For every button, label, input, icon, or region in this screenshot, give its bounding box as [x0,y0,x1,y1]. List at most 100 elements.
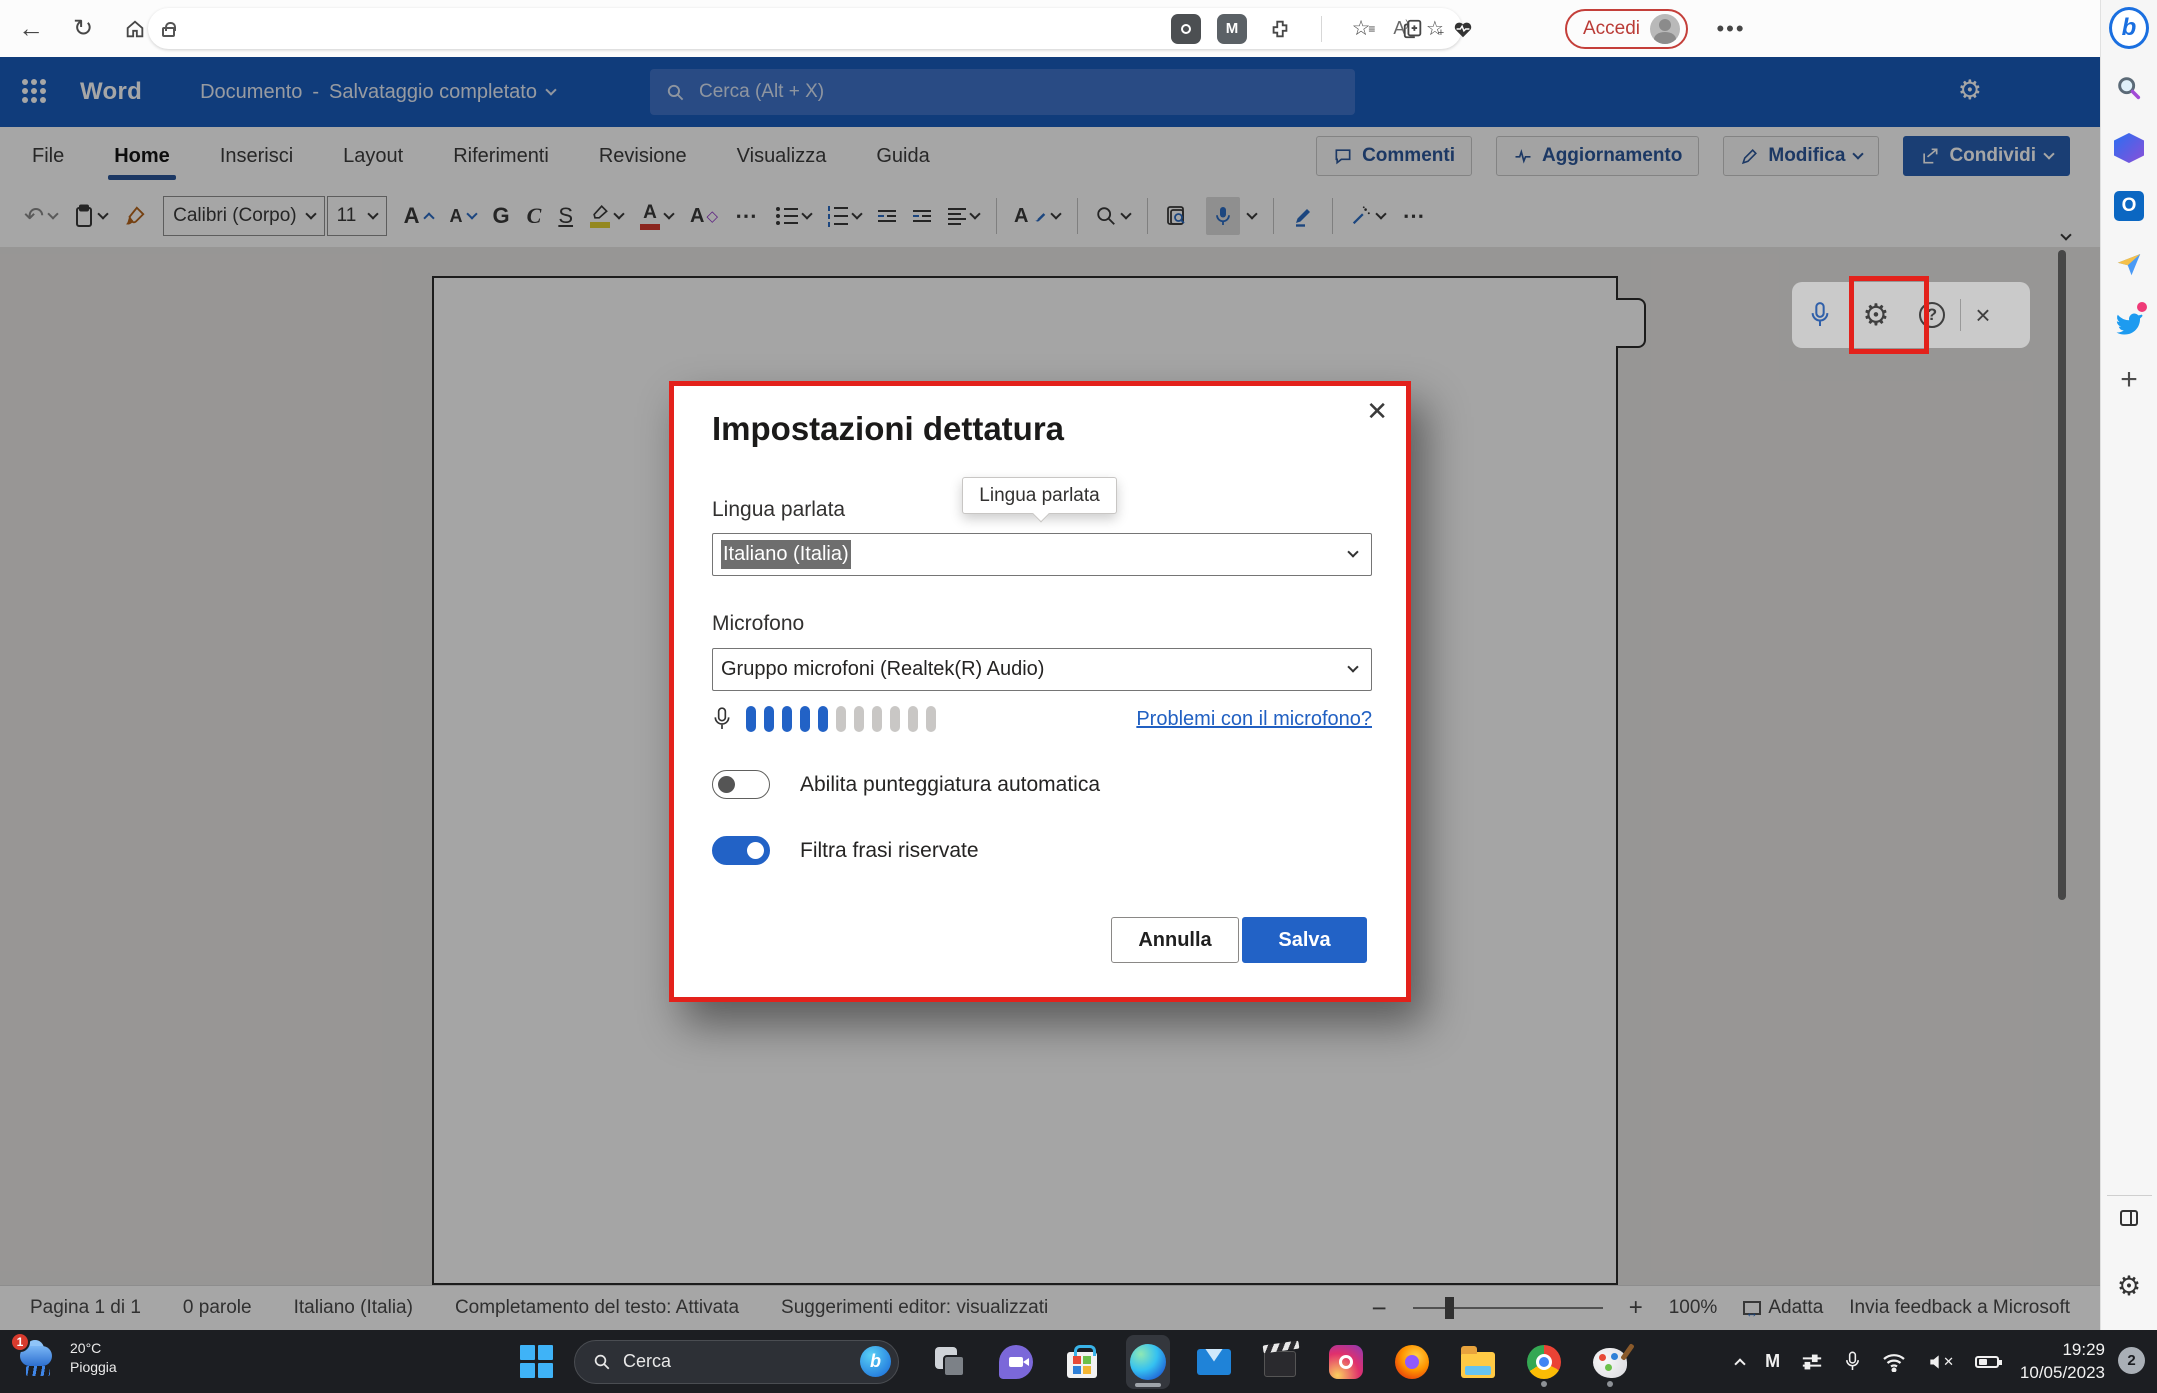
weather-temp: 20°C [70,1340,101,1356]
split-screen-icon[interactable] [2109,1198,2149,1238]
edge-icon [1130,1344,1166,1380]
edge-sidebar: b O + ⚙ [2100,0,2157,1330]
volume-muted-icon[interactable]: ✕ [1927,1352,1954,1372]
tooltip-arrow [1033,506,1050,523]
clock-date: 10/05/2023 [2020,1363,2105,1382]
instagram-button[interactable] [1324,1335,1368,1389]
task-view-button[interactable] [928,1335,972,1389]
mic-level-bar [782,706,792,732]
microsoft-store-button[interactable] [1060,1335,1104,1389]
mic-level-bar [854,706,864,732]
browser-essentials-icon[interactable] [1446,12,1480,46]
bing-chat-icon[interactable]: b [2109,8,2149,48]
mic-level-row: Problemi con il microfono? [712,705,1372,733]
store-icon [1067,1352,1097,1378]
wifi-icon[interactable] [1882,1352,1906,1372]
mic-level-icon [712,705,732,733]
weather-condition: Pioggia [70,1359,117,1375]
start-button[interactable] [520,1345,554,1379]
microphone-value: Gruppo microfoni (Realtek(R) Audio) [721,658,1044,681]
microsoft-365-icon[interactable] [2109,128,2149,168]
extensions-puzzle-icon[interactable] [1263,12,1297,46]
filter-sensitive-toggle[interactable] [712,836,770,865]
notification-count-badge[interactable]: 2 [2118,1347,2145,1374]
dialog-title: Impostazioni dettatura [712,410,1064,448]
firefox-icon [1395,1345,1429,1379]
sidebar-settings-icon[interactable]: ⚙ [2109,1266,2149,1306]
dictation-settings-dialog: Impostazioni dettatura ✕ Lingua parlata … [669,381,1411,1002]
refresh-icon[interactable]: ↻ [66,12,100,46]
signin-button[interactable]: Accedi [1565,9,1688,49]
file-explorer-button[interactable] [1456,1335,1500,1389]
weather-widget[interactable]: 1 20°C Pioggia [14,1338,117,1378]
mic-level-bar [872,706,882,732]
twitter-icon[interactable] [2109,302,2149,342]
drop-icon[interactable] [2109,244,2149,284]
filter-sensitive-row: Filtra frasi riservate [712,836,979,865]
bing-icon: b [860,1346,891,1377]
mic-level-bar [836,706,846,732]
favorites-bar-icon[interactable]: ☆≡ [1346,12,1380,46]
clapperboard-icon [1264,1351,1296,1377]
browser-toolbar: ← ↻ A) ☆+ M ☆≡ Accedi [0,0,2100,57]
tray-m-icon[interactable]: M [1765,1351,1780,1372]
mic-level-bar [746,706,756,732]
microphone-label: Microfono [712,612,804,636]
save-button[interactable]: Salva [1242,917,1367,963]
teams-chat-button[interactable] [994,1335,1038,1389]
windows-taskbar: 1 20°C Pioggia Cerca b [0,1330,2157,1393]
auto-punctuation-label: Abilita punteggiatura automatica [800,773,1100,797]
language-label: Lingua parlata [712,498,845,522]
mic-level-bar [908,706,918,732]
weather-badge: 1 [10,1332,30,1352]
video-editor-button[interactable] [1258,1335,1302,1389]
sidebar-search-icon[interactable] [2109,68,2149,108]
dictation-mic-button[interactable] [1792,300,1848,330]
sidebar-add-icon[interactable]: + [2109,360,2149,400]
mic-level-bar [764,706,774,732]
mic-level-bar [800,706,810,732]
taskbar-search-icon [593,1353,611,1371]
screen: ← ↻ A) ☆+ M ☆≡ Accedi [0,0,2157,1393]
microphone-select[interactable]: Gruppo microfoni (Realtek(R) Audio) [712,648,1372,691]
taskbar-clock[interactable]: 19:29 10/05/2023 [2020,1339,2105,1385]
mic-level-bar [818,706,828,732]
outlook-icon[interactable]: O [2109,186,2149,226]
mail-button[interactable] [1192,1335,1236,1389]
mail-icon [1197,1349,1231,1375]
clock-time: 19:29 [2062,1340,2105,1359]
auto-punctuation-row: Abilita punteggiatura automatica [712,770,1100,799]
microphone-problems-link[interactable]: Problemi con il microfono? [1136,708,1372,731]
chrome-icon [1527,1345,1561,1379]
collections-icon[interactable] [1396,12,1430,46]
extension-m-icon[interactable]: M [1217,14,1247,44]
mic-level-bars [746,706,936,732]
language-select[interactable]: Italiano (Italia) [712,533,1372,576]
tray-mic-icon[interactable] [1844,1350,1861,1373]
cancel-button[interactable]: Annulla [1111,917,1239,963]
dictation-close-icon[interactable]: × [1961,300,2005,331]
auto-punctuation-toggle[interactable] [712,770,770,799]
filter-sensitive-label: Filtra frasi riservate [800,839,979,863]
paint-button[interactable] [1588,1335,1632,1389]
taskbar-search[interactable]: Cerca b [574,1340,899,1384]
lock-icon [162,27,175,37]
mic-level-bar [926,706,936,732]
firefox-button[interactable] [1390,1335,1434,1389]
home-icon[interactable] [118,12,152,46]
more-menu-icon[interactable]: ••• [1714,12,1748,46]
chrome-button[interactable] [1522,1335,1566,1389]
extension-media-icon[interactable] [1171,14,1201,44]
edge-button[interactable] [1126,1335,1170,1389]
tray-expand-icon[interactable] [1734,1358,1745,1369]
paint-icon [1593,1348,1627,1378]
mic-icon [1809,300,1831,330]
battery-icon[interactable] [1975,1356,1999,1368]
avatar [1650,14,1680,44]
dialog-close-icon[interactable]: ✕ [1366,396,1388,427]
instagram-icon [1329,1345,1363,1379]
tooltip: Lingua parlata [962,477,1117,514]
language-value: Italiano (Italia) [721,540,851,569]
tray-settings-sliders-icon[interactable] [1801,1352,1823,1372]
back-icon[interactable]: ← [14,12,48,46]
